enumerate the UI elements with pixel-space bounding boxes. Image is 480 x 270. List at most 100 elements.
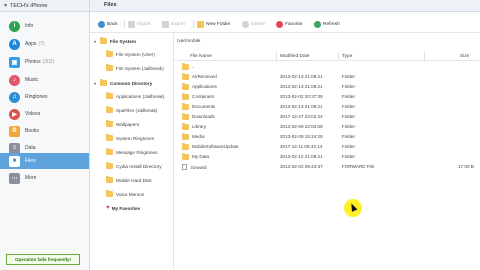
toolbar-divider — [124, 20, 125, 28]
table-row[interactable]: Applications 2013-02-13 21:08:21 Folder — [174, 82, 480, 92]
tree-label: File System (User) — [116, 51, 155, 57]
data-icon: ≡ — [9, 142, 20, 154]
delete-button[interactable]: Delete — [242, 19, 265, 29]
column-divider — [424, 52, 425, 60]
modified-cell: 2013-02-02 20:37:39 — [280, 94, 323, 99]
sidebar-item-info[interactable]: i Info — [0, 18, 89, 34]
column-header-modified[interactable]: Modified Date — [280, 52, 310, 60]
table-row[interactable]: Media 2013-02-09 15:24:28 Folder — [174, 132, 480, 142]
tree-item-cydia[interactable]: Cydia Install Directory — [106, 161, 162, 171]
column-header-name[interactable]: File Name — [190, 52, 212, 60]
export-button[interactable]: Export — [162, 19, 185, 29]
table-row[interactable]: .forward 2013-02-02 09:44:37 FORWARD Fil… — [174, 163, 480, 172]
toolbar-divider — [193, 20, 194, 28]
file-name: .. — [192, 64, 195, 70]
import-button[interactable]: Import — [128, 19, 151, 29]
refresh-button[interactable]: Refresh — [314, 19, 340, 29]
column-header-type[interactable]: Type — [342, 52, 352, 60]
sidebar-item-ringtones[interactable]: ♫ Ringtones — [0, 89, 89, 105]
tree-file-system[interactable]: ▾ File System — [94, 36, 136, 46]
device-selector[interactable]: ▾ TECH's iPhone — [0, 0, 89, 12]
sidebar-item-label: Videos — [25, 111, 41, 117]
file-name: Library — [192, 124, 207, 130]
sidebar-item-apps[interactable]: A Apps (7) — [0, 36, 89, 52]
size-cell: 17.00 B — [458, 164, 474, 169]
tree-item-wallpapers[interactable]: Wallpapers — [106, 119, 139, 129]
device-name: TECH's iPhone — [10, 2, 48, 9]
info-icon: i — [9, 20, 20, 32]
tree-label: File System (Jailbreak) — [116, 65, 164, 71]
modified-cell: 2013-02-09 22:04:08 — [280, 124, 323, 129]
file-name: .forward — [190, 164, 207, 170]
column-header-size[interactable]: Size — [460, 52, 469, 60]
modified-cell: 2013-02-12 21:08:21 — [280, 154, 323, 159]
heart-icon: ♥ — [106, 205, 110, 211]
chevron-down-icon: ▾ — [94, 80, 97, 86]
tree-my-favorites[interactable]: ♥ My Favorites — [106, 203, 140, 213]
table-row[interactable]: Containers 2013-02-02 20:37:39 Folder — [174, 92, 480, 102]
sidebar-item-photos[interactable]: ▣ Photos (202) — [0, 54, 89, 70]
path-bar[interactable]: /var/mobile — [174, 36, 480, 46]
favorite-button[interactable]: Favorite — [276, 19, 302, 29]
tree-file-system-user[interactable]: File System (User) — [106, 49, 155, 59]
table-row[interactable]: .. — [174, 62, 480, 72]
status-badge[interactable]: Operation fails frequently! — [6, 254, 80, 265]
modified-cell: 2013-02-02 09:44:37 — [280, 164, 323, 169]
tree-item-applications[interactable]: Applications (Jailbreak) — [106, 91, 164, 101]
sidebar-item-videos[interactable]: ▶ Videos — [0, 106, 89, 122]
video-icon: ▶ — [9, 108, 20, 120]
type-cell: Folder — [342, 104, 356, 109]
back-button[interactable]: Back — [98, 19, 118, 29]
file-name-cell: Downloads — [182, 112, 215, 120]
type-cell: Folder — [342, 144, 356, 149]
file-name: MobileSoftwareUpdate — [192, 144, 239, 150]
modified-cell: 2017-12-11 09:42:14 — [280, 144, 323, 149]
new-folder-icon — [197, 20, 204, 28]
tree-label: System Ringtones — [116, 135, 155, 141]
tree-item-system-ringtones[interactable]: System Ringtones — [106, 133, 154, 143]
table-row[interactable]: Documents 2013-02-13 21:08:21 Folder — [174, 102, 480, 112]
sidebar-item-music[interactable]: ♪ Music — [0, 72, 89, 88]
refresh-label: Refresh — [323, 21, 340, 27]
cursor-pointer-icon — [344, 199, 362, 217]
sidebar-item-more[interactable]: ⋯ More — [0, 170, 89, 186]
folder-icon — [106, 106, 113, 113]
file-name: Applications — [192, 84, 217, 90]
tree-item-mobile-hard-disk[interactable]: Mobile Hard Disk — [106, 175, 152, 185]
directory-tree: ▾ File System File System (User) File Sy… — [90, 33, 174, 270]
file-name-cell: AirReceived — [182, 72, 217, 80]
folder-icon — [106, 120, 113, 127]
tree-item-spafiles[interactable]: SpaFiles (Jailbreak) — [106, 105, 157, 115]
table-row[interactable]: Downloads 2017-12-27 22:02:24 Folder — [174, 112, 480, 122]
modified-cell: 2013-02-13 21:08:21 — [280, 74, 323, 79]
folder-icon — [182, 122, 189, 130]
sidebar-item-label: Music — [25, 77, 39, 83]
tree-item-voice-memos[interactable]: Voice Memos — [106, 189, 144, 199]
sidebar-item-books[interactable]: B Books — [0, 123, 89, 139]
type-cell: Folder — [342, 154, 356, 159]
path-text: /var/mobile — [177, 38, 201, 44]
new-folder-button[interactable]: New Folder — [197, 19, 231, 29]
table-row[interactable]: Library 2013-02-09 22:04:08 Folder — [174, 122, 480, 132]
favorite-label: Favorite — [285, 21, 303, 27]
sidebar-item-label: Books — [25, 128, 39, 134]
table-row[interactable]: AirReceived 2013-02-13 21:08:21 Folder — [174, 72, 480, 82]
table-row[interactable]: MobileSoftwareUpdate 2017-12-11 09:42:14… — [174, 142, 480, 152]
sidebar-item-label: More — [25, 175, 37, 181]
tree-label: SpaFiles (Jailbreak) — [116, 107, 158, 113]
sidebar-item-files[interactable]: ■ Files — [0, 153, 89, 169]
table-row[interactable]: My Data 2013-02-12 21:08:21 Folder — [174, 152, 480, 162]
type-cell: Folder — [342, 134, 356, 139]
tree-item-message-ringtones[interactable]: Message Ringtones — [106, 147, 157, 157]
delete-icon — [242, 20, 249, 28]
music-icon: ♪ — [9, 74, 20, 86]
tab-files[interactable]: Files — [104, 2, 117, 8]
tree-label: Wallpapers — [116, 121, 140, 127]
file-name-cell: Applications — [182, 82, 217, 90]
folder-icon — [106, 64, 113, 71]
tree-file-system-jailbreak[interactable]: File System (Jailbreak) — [106, 63, 164, 73]
sidebar-item-label: Apps — [25, 41, 37, 47]
tree-common-directory[interactable]: ▾ Common Directory — [94, 78, 152, 88]
folder-icon — [106, 176, 113, 183]
modified-cell: 2013-02-13 21:08:21 — [280, 84, 323, 89]
